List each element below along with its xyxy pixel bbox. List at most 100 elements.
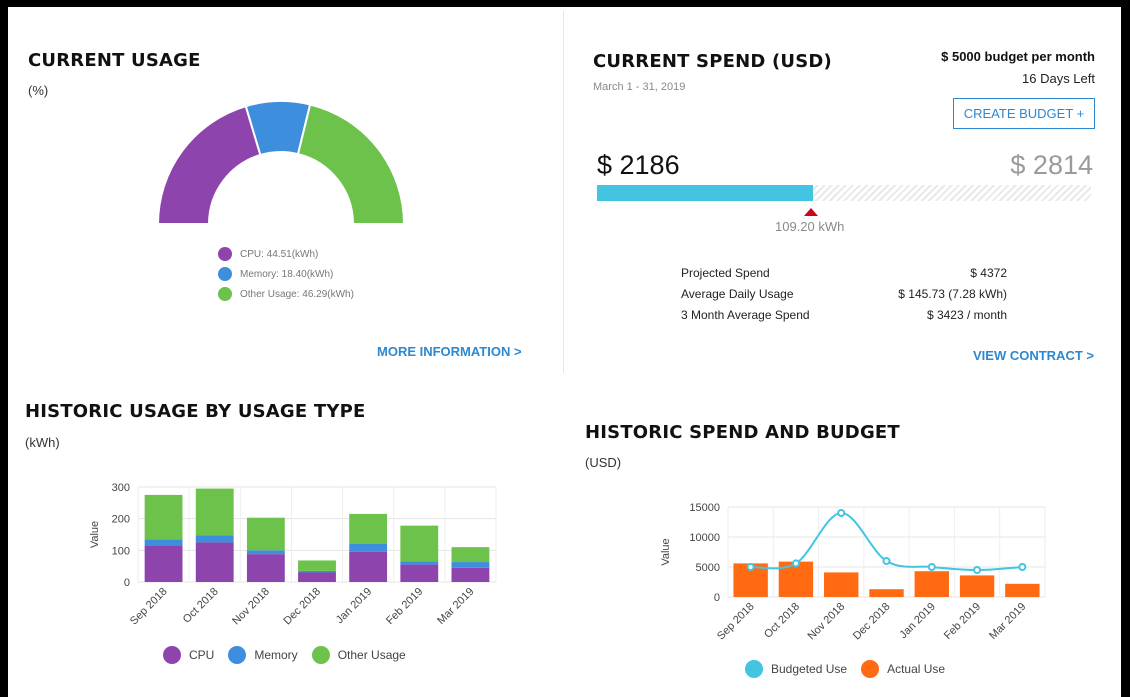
current-spend-title: CURRENT SPEND (USD) [593, 51, 832, 72]
budgeted-dot-icon [745, 660, 763, 678]
stat-label: Average Daily Usage [681, 286, 794, 301]
x-tick-label: Sep 2018 [128, 586, 170, 628]
budget-point [973, 566, 982, 574]
historic-usage-unit: (kWh) [25, 435, 60, 450]
x-tick-label: Sep 2018 [715, 601, 757, 643]
bar-segment [144, 545, 183, 582]
y-tick-label: 100 [112, 545, 130, 557]
create-budget-button[interactable]: CREATE BUDGET + [953, 98, 1095, 129]
usage-gauge-chart [156, 100, 406, 225]
stat-label: 3 Month Average Spend [681, 307, 810, 322]
budget-point [927, 563, 936, 571]
bar-segment [298, 570, 336, 573]
bar-segment [298, 572, 336, 582]
gauge-legend-label: Memory: 18.40(kWh) [240, 268, 334, 280]
dashboard: CURRENT USAGE (%) CPU: 44.51(kWh) Memory… [8, 7, 1121, 697]
bar-segment [349, 551, 388, 582]
bar-segment [400, 564, 439, 582]
x-tick-label: Dec 2018 [281, 586, 323, 628]
x-tick-label: Nov 2018 [230, 586, 272, 628]
x-tick-label: Dec 2018 [851, 601, 893, 643]
bar-segment [246, 554, 285, 582]
y-tick-label: 10000 [689, 532, 720, 544]
historic-usage-chart: 0 100 200 300 Sep 2018 Oct 2018 Nov 2018 Dec 20… [89, 482, 497, 628]
bar-segment [298, 560, 336, 571]
legend-label: CPU [189, 648, 215, 662]
budget-point [791, 559, 800, 568]
current-usage-title: CURRENT USAGE [28, 50, 201, 71]
days-left: 16 Days Left [1022, 71, 1095, 86]
panel-divider [563, 11, 564, 373]
x-tick-label: Jan 2019 [334, 586, 374, 626]
y-tick-label: 5000 [696, 562, 720, 574]
gauge-legend-label: Other Usage: 46.29(kWh) [240, 288, 354, 300]
stat-row: Average Daily Usage $ 145.73 (7.28 kWh) [681, 283, 1007, 304]
actual-bar [869, 589, 904, 597]
legend-label: Memory [254, 648, 298, 662]
gauge-legend-memory: Memory: 18.40(kWh) [218, 264, 354, 284]
current-usage-unit: (%) [28, 83, 49, 98]
stat-value: $ 145.73 (7.28 kWh) [898, 286, 1007, 301]
legend-label: Budgeted Use [771, 662, 848, 676]
memory-dot-icon [218, 267, 232, 281]
x-tick-label: Feb 2019 [942, 601, 983, 642]
bar-segment [144, 539, 183, 546]
budget-point [882, 557, 891, 565]
x-tick-label: Jan 2019 [897, 601, 937, 641]
legend-label: Other Usage [337, 648, 406, 662]
remaining-amount: $ 2814 [1010, 150, 1093, 180]
y-axis-label: Value [660, 538, 672, 565]
x-tick-label: Oct 2018 [762, 601, 802, 641]
bar-segment [246, 550, 285, 555]
view-contract-link[interactable]: VIEW CONTRACT > [973, 348, 1094, 363]
bar-segment [400, 561, 439, 565]
y-tick-label: 15000 [689, 502, 720, 514]
bar-segment [451, 567, 490, 582]
historic-spend-unit: (USD) [585, 455, 622, 470]
budget-per-month: $ 5000 budget per month [941, 49, 1095, 64]
actual-bar [1005, 583, 1040, 597]
cpu-dot-icon [218, 247, 232, 261]
x-tick-label: Feb 2019 [384, 586, 425, 627]
y-tick-label: 300 [112, 482, 130, 494]
historic-spend-legend: Budgeted Use Actual Use [745, 660, 945, 678]
actual-dot-icon [861, 660, 880, 678]
x-tick-label: Oct 2018 [181, 586, 221, 626]
bar-segment [246, 517, 285, 551]
spent-amount: $ 2186 [597, 150, 680, 180]
bar-segment [349, 544, 388, 552]
bar-segment [195, 535, 234, 543]
historic-usage-title: HISTORIC USAGE BY USAGE TYPE [25, 401, 366, 422]
cpu-dot-icon [163, 646, 181, 664]
y-tick-label: 0 [714, 592, 720, 604]
stat-value: $ 4372 [970, 265, 1007, 280]
more-information-link[interactable]: MORE INFORMATION > [377, 344, 522, 359]
marker-label: 109.20 kWh [775, 219, 845, 234]
gauge-legend-label: CPU: 44.51(kWh) [240, 248, 319, 260]
bar-segment [400, 525, 439, 562]
y-tick-label: 200 [112, 514, 130, 526]
spend-marker-icon [804, 208, 818, 216]
stat-row: 3 Month Average Spend $ 3423 / month [681, 304, 1007, 325]
y-axis-label: Value [89, 521, 101, 548]
memory-dot-icon [228, 646, 247, 664]
other-dot-icon [218, 287, 232, 301]
budget-point [837, 509, 846, 517]
stat-label: Projected Spend [681, 265, 770, 280]
spend-stats: Projected Spend $ 4372 Average Daily Usag… [681, 262, 1007, 325]
legend-label: Actual Use [887, 662, 946, 676]
gauge-legend: CPU: 44.51(kWh) Memory: 18.40(kWh) Other… [218, 244, 354, 304]
historic-usage-legend: CPU Memory Other Usage [163, 646, 406, 664]
y-tick-label: 0 [124, 577, 130, 589]
gauge-legend-other: Other Usage: 46.29(kWh) [218, 284, 354, 304]
gauge-slice [296, 103, 406, 225]
x-tick-label: Nov 2018 [806, 601, 848, 643]
budget-point [1018, 563, 1027, 571]
other-dot-icon [311, 646, 330, 664]
x-tick-label: Mar 2019 [435, 586, 476, 627]
bar-segment [451, 547, 490, 563]
spend-date-range: March 1 - 31, 2019 [593, 81, 686, 93]
x-tick-label: Mar 2019 [987, 601, 1028, 642]
historic-spend-chart: 0 5000 10000 15000 Sep 2018 Oct 2018 Nov 2018 D… [660, 502, 1046, 643]
historic-spend-title: HISTORIC SPEND AND BUDGET [585, 422, 900, 443]
